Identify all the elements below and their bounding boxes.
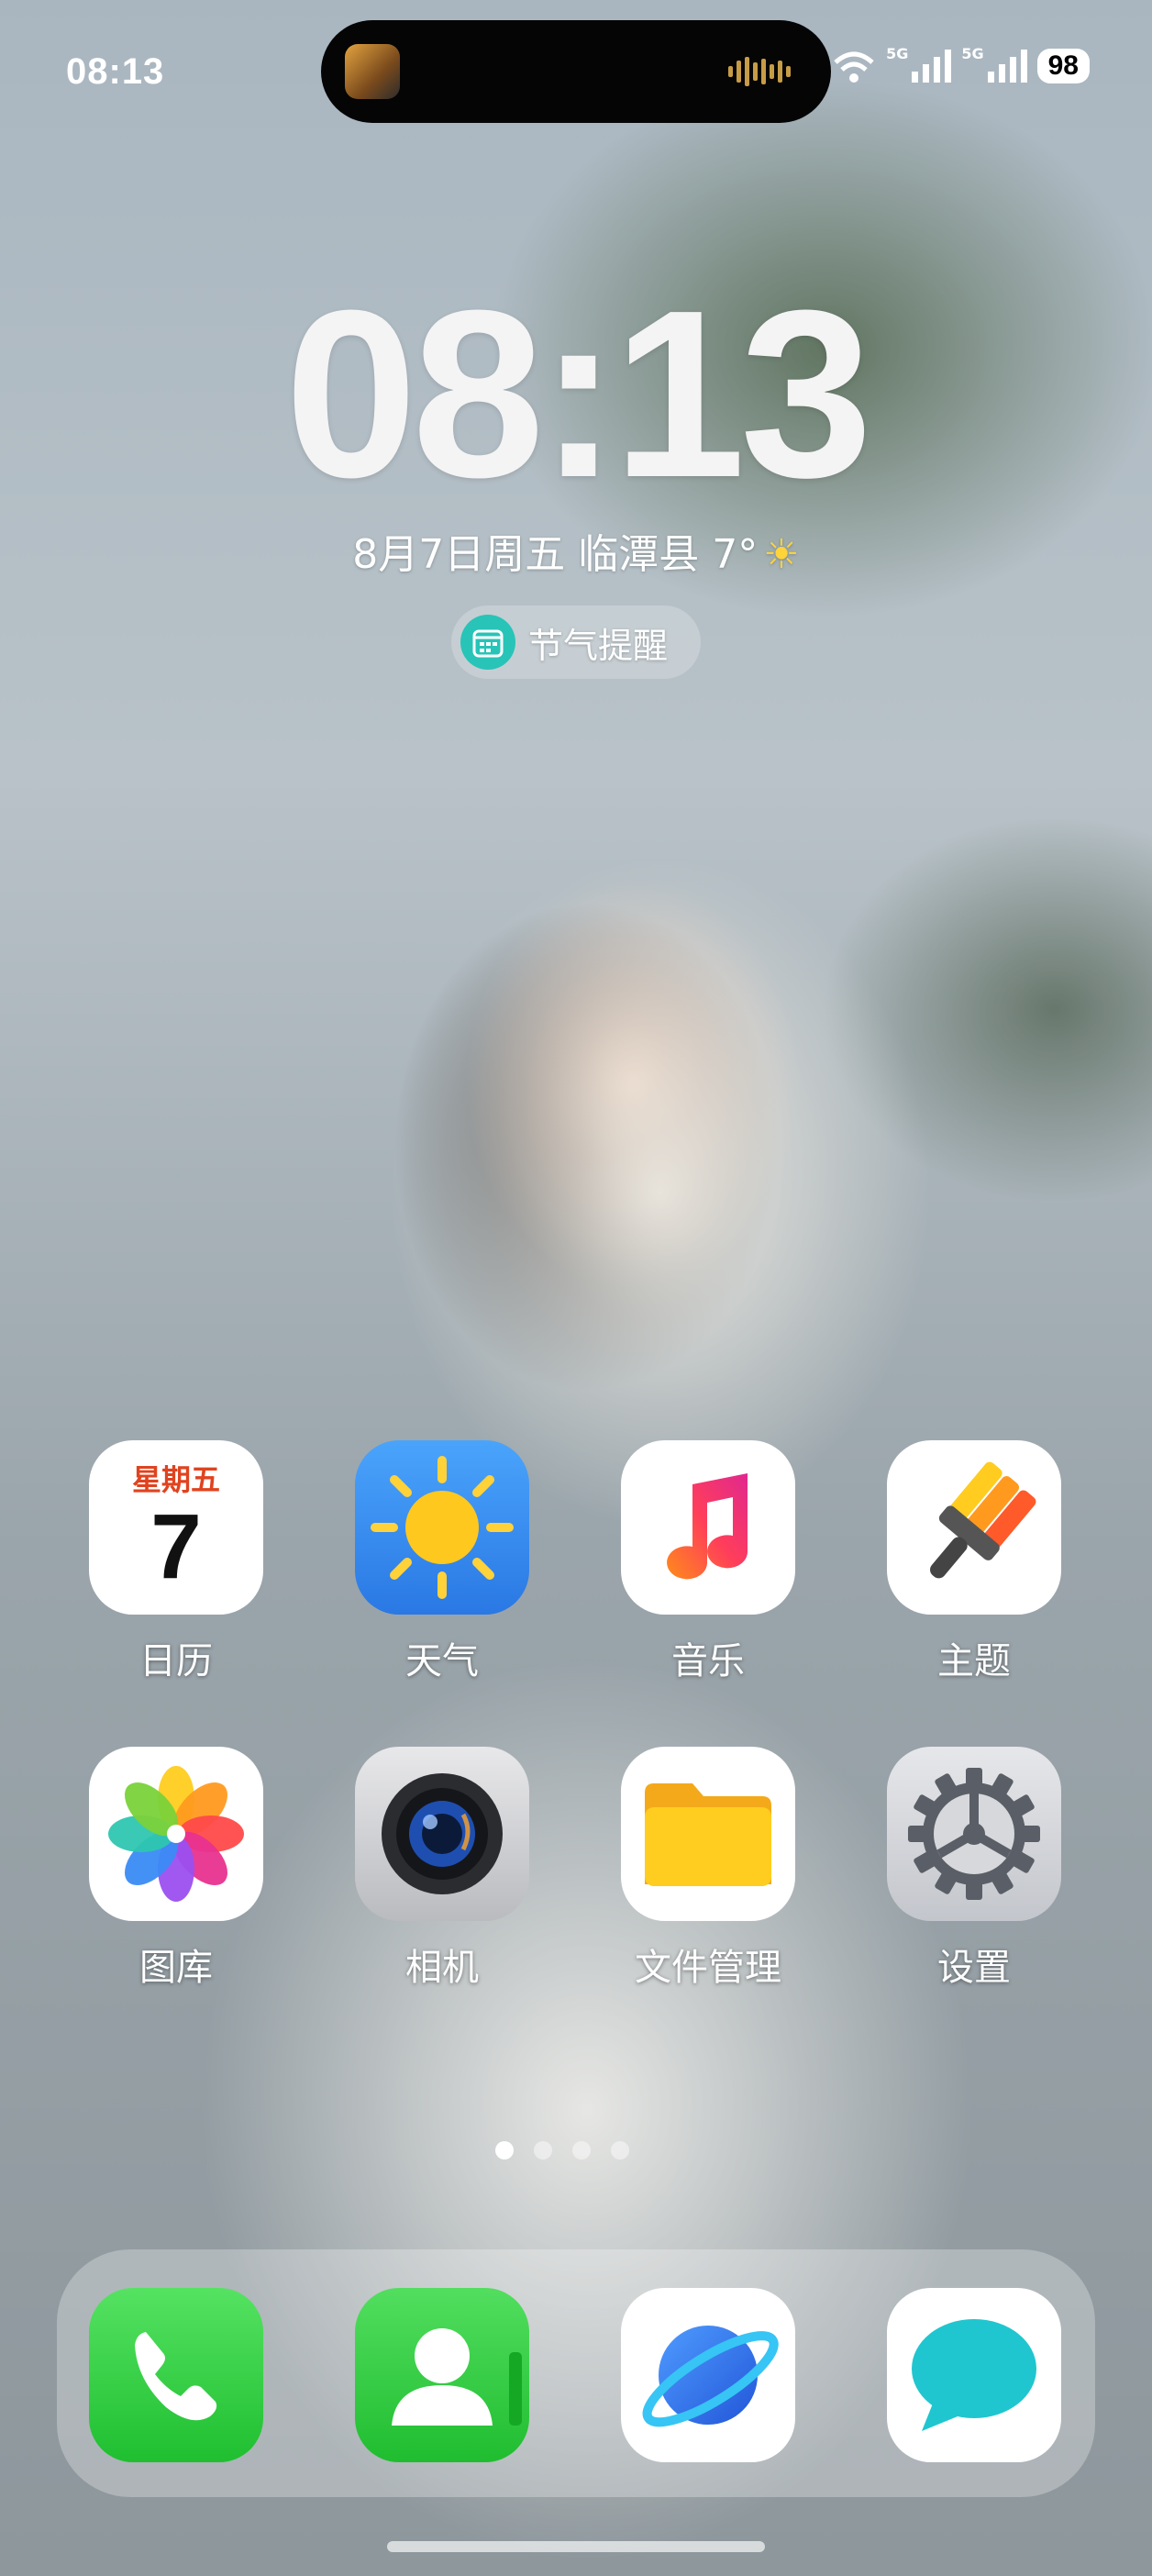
app-theme[interactable]: 主题 bbox=[882, 1440, 1066, 1684]
now-playing-thumbnail bbox=[345, 44, 400, 99]
app-file-manager[interactable]: 文件管理 bbox=[616, 1747, 800, 1991]
contacts-icon bbox=[355, 2288, 529, 2462]
browser-icon bbox=[621, 2288, 795, 2462]
app-label: 文件管理 bbox=[635, 1947, 781, 1989]
calendar-icon: 星期五 7 bbox=[89, 1440, 263, 1615]
app-label: 图库 bbox=[139, 1947, 213, 1989]
reminder-label: 节气提醒 bbox=[528, 625, 669, 666]
date-weather-text: 8月7日周五 临潭县 7° bbox=[352, 531, 759, 578]
app-music[interactable]: 音乐 bbox=[616, 1440, 800, 1684]
app-camera[interactable]: 相机 bbox=[350, 1747, 534, 1991]
app-label: 日历 bbox=[139, 1640, 213, 1682]
network-type-label: 5G bbox=[886, 44, 909, 62]
sunny-icon: ☀ bbox=[763, 531, 800, 578]
gallery-icon bbox=[89, 1747, 263, 1921]
camera-icon bbox=[355, 1747, 529, 1921]
theme-brush-icon bbox=[887, 1440, 1061, 1615]
weather-icon bbox=[355, 1440, 529, 1615]
app-weather[interactable]: 天气 bbox=[350, 1440, 534, 1684]
calendar-weekday: 星期五 bbox=[131, 1462, 220, 1497]
calendar-reminder-icon bbox=[460, 615, 515, 670]
network-type-label-2: 5G bbox=[961, 44, 984, 62]
music-icon bbox=[621, 1440, 795, 1615]
app-label: 主题 bbox=[937, 1640, 1011, 1682]
dynamic-island[interactable] bbox=[321, 20, 831, 123]
app-settings[interactable]: 设置 bbox=[882, 1747, 1066, 1991]
home-indicator[interactable] bbox=[387, 2541, 765, 2552]
status-time: 08:13 bbox=[66, 51, 165, 92]
dock-contacts[interactable] bbox=[350, 2288, 534, 2462]
page-dot[interactable] bbox=[534, 2141, 552, 2160]
audio-wave-icon bbox=[728, 57, 791, 86]
app-label: 相机 bbox=[405, 1947, 479, 1989]
app-gallery[interactable]: 图库 bbox=[84, 1747, 268, 1991]
battery-indicator: 98 bbox=[1036, 49, 1090, 83]
solar-term-reminder[interactable]: 节气提醒 bbox=[451, 605, 701, 679]
settings-gear-icon bbox=[887, 1747, 1061, 1921]
calendar-day: 7 bbox=[150, 1495, 202, 1598]
page-dot[interactable] bbox=[611, 2141, 629, 2160]
page-indicator[interactable] bbox=[495, 2141, 629, 2160]
signal-icon-2 bbox=[987, 50, 1027, 83]
app-label: 天气 bbox=[405, 1640, 479, 1682]
signal-icon bbox=[912, 50, 952, 83]
dock-browser[interactable] bbox=[616, 2288, 800, 2462]
date-weather-line[interactable]: 8月7日周五 临潭县 7° ☀ bbox=[0, 521, 1152, 580]
wifi-icon bbox=[834, 51, 874, 83]
messages-icon bbox=[887, 2288, 1061, 2462]
phone-icon bbox=[89, 2288, 263, 2462]
status-indicators: 5G 5G 98 bbox=[831, 44, 1090, 84]
page-dot-active[interactable] bbox=[495, 2141, 514, 2160]
app-label: 音乐 bbox=[671, 1640, 745, 1682]
dock-messages[interactable] bbox=[882, 2288, 1066, 2462]
app-label: 设置 bbox=[937, 1947, 1011, 1989]
page-dot[interactable] bbox=[572, 2141, 591, 2160]
dock-phone[interactable] bbox=[84, 2288, 268, 2462]
big-clock: 08:13 bbox=[284, 261, 873, 527]
folder-icon bbox=[621, 1747, 795, 1921]
app-calendar[interactable]: 星期五 7 日历 bbox=[84, 1440, 268, 1684]
